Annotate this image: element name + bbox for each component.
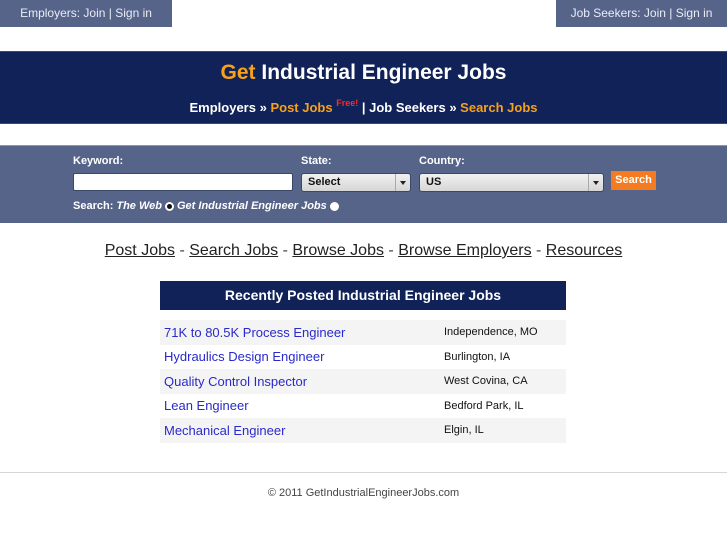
nav-separator: - (383, 242, 399, 259)
recent-jobs-header: Recently Posted Industrial Engineer Jobs (160, 281, 566, 310)
search-bar: Keyword: State: Select Country: US Searc… (0, 145, 727, 223)
country-label: Country: (419, 155, 465, 167)
search-scope-label: Search: (73, 200, 114, 212)
raquo-separator: » (255, 100, 271, 115)
nav-search-jobs[interactable]: Search Jobs (189, 242, 278, 259)
job-location: West Covina, CA (444, 375, 528, 388)
job-row: Hydraulics Design Engineer Burlington, I… (160, 345, 566, 370)
job-row: Lean Engineer Bedford Park, IL (160, 394, 566, 419)
country-select-value: US (426, 176, 442, 188)
job-title-link[interactable]: Quality Control Inspector (160, 374, 444, 389)
free-badge: Free! (336, 98, 359, 108)
job-location: Elgin, IL (444, 424, 484, 437)
scope-radio-web[interactable] (165, 201, 174, 211)
state-select[interactable]: Select (301, 173, 411, 192)
keyword-label: Keyword: (73, 155, 124, 167)
site-banner: Get Industrial Engineer Jobs Employers »… (0, 51, 727, 124)
job-row: 71K to 80.5K Process Engineer Independen… (160, 320, 566, 345)
nav-separator: - (175, 242, 190, 259)
state-select-value: Select (308, 176, 341, 188)
job-title-link[interactable]: 71K to 80.5K Process Engineer (160, 325, 444, 340)
employers-join-signin-link[interactable]: Employers: Join | Sign in (20, 6, 152, 20)
state-label: State: (301, 155, 332, 167)
keyword-input[interactable] (73, 173, 293, 191)
scope-option-site-label: Get Industrial Engineer Jobs (177, 200, 327, 212)
job-title-link[interactable]: Lean Engineer (160, 398, 444, 413)
nav-separator: - (531, 242, 546, 259)
subnav-employers-label: Employers (189, 100, 256, 115)
job-location: Bedford Park, IL (444, 399, 524, 412)
chevron-down-icon (588, 174, 603, 191)
job-title-link[interactable]: Mechanical Engineer (160, 423, 444, 438)
site-title-rest: Industrial Engineer Jobs (255, 61, 507, 84)
search-button[interactable]: Search (611, 171, 656, 190)
job-seekers-top-bar: Job Seekers: Join | Sign in (556, 0, 727, 27)
job-title-link[interactable]: Hydraulics Design Engineer (160, 349, 444, 364)
nav-separator: - (278, 242, 293, 259)
nav-browse-employers[interactable]: Browse Employers (398, 242, 531, 259)
recent-jobs-list: 71K to 80.5K Process Engineer Independen… (160, 320, 566, 443)
footer-copyright: © 2011 GetIndustrialEngineerJobs.com (267, 487, 460, 499)
banner-subnav: Employers » Post Jobs Free! | Job Seeker… (0, 95, 727, 116)
footer-divider (0, 472, 727, 473)
site-title-highlight: Get (220, 61, 256, 84)
site-title: Get Industrial Engineer Jobs (0, 60, 727, 86)
chevron-down-icon (395, 174, 410, 191)
employers-top-bar: Employers: Join | Sign in (0, 0, 172, 27)
job-location: Burlington, IA (444, 350, 511, 363)
job-seekers-join-signin-link[interactable]: Job Seekers: Join | Sign in (571, 6, 713, 20)
scope-option-web-label: The Web (116, 200, 162, 212)
subnav-search-jobs-link[interactable]: Search Jobs (460, 100, 537, 115)
subnav-separator: | (358, 100, 370, 115)
job-row: Mechanical Engineer Elgin, IL (160, 418, 566, 443)
main-nav: Post Jobs - Search Jobs - Browse Jobs - … (0, 242, 727, 260)
recent-jobs-panel: Recently Posted Industrial Engineer Jobs… (160, 281, 566, 443)
search-scope: Search: The Web Get Industrial Engineer … (73, 200, 339, 212)
subnav-job-seekers-label: Job Seekers (369, 100, 446, 115)
job-location: Independence, MO (444, 326, 538, 339)
nav-post-jobs[interactable]: Post Jobs (105, 242, 175, 259)
raquo-separator: » (445, 100, 461, 115)
scope-radio-site[interactable] (329, 201, 339, 211)
nav-browse-jobs[interactable]: Browse Jobs (292, 242, 384, 259)
nav-resources[interactable]: Resources (546, 242, 622, 259)
job-row: Quality Control Inspector West Covina, C… (160, 369, 566, 394)
country-select[interactable]: US (419, 173, 604, 192)
subnav-post-jobs-link[interactable]: Post Jobs (270, 100, 332, 115)
